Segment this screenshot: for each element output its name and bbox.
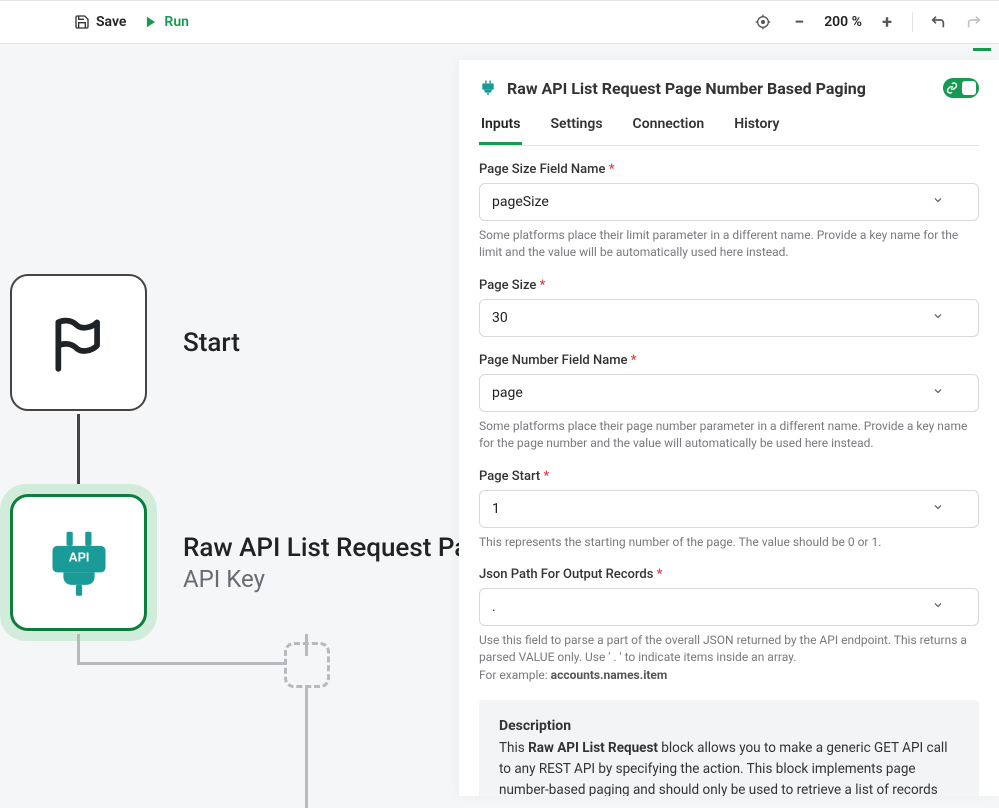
- save-label: Save: [96, 14, 126, 30]
- undo-button[interactable]: [927, 11, 949, 33]
- panel-toggle[interactable]: [943, 78, 979, 98]
- undo-icon: [930, 14, 946, 30]
- panel-body[interactable]: Page Size Field Name * pageSize Some pla…: [459, 146, 999, 796]
- help-page-start: This represents the starting number of t…: [479, 534, 979, 551]
- node-start-box[interactable]: [10, 274, 147, 411]
- label-json-path: Json Path For Output Records *: [479, 567, 979, 582]
- help-page-number-field-name: Some platforms place their page number p…: [479, 418, 979, 453]
- description-box: Description This Raw API List Request bl…: [479, 700, 979, 796]
- tab-history[interactable]: History: [732, 116, 781, 145]
- select-page-number-field-name[interactable]: page: [479, 374, 979, 412]
- node-api-box[interactable]: API: [10, 494, 147, 631]
- node-start-title: Start: [183, 328, 240, 358]
- redo-button[interactable]: [963, 11, 985, 33]
- tab-connection[interactable]: Connection: [631, 116, 707, 145]
- label-page-number-field-name: Page Number Field Name *: [479, 353, 979, 368]
- save-icon: [74, 14, 90, 30]
- locate-button[interactable]: [752, 11, 774, 33]
- properties-panel: Raw API List Request Page Number Based P…: [459, 60, 999, 796]
- help-json-path: Use this field to parse a part of the ov…: [479, 632, 979, 684]
- description-text: This Raw API List Request block allows y…: [499, 738, 959, 796]
- play-icon: [144, 15, 158, 29]
- link-icon: [946, 82, 958, 94]
- save-button[interactable]: Save: [68, 10, 132, 34]
- minimize-panel-button[interactable]: [973, 48, 991, 51]
- chevron-down-icon: [932, 501, 944, 517]
- node-start[interactable]: Start: [10, 274, 240, 411]
- zoom-out-button[interactable]: −: [788, 11, 810, 33]
- toolbar: Save Run − 200 % +: [0, 0, 999, 44]
- redo-icon: [966, 14, 982, 30]
- description-title: Description: [499, 718, 959, 734]
- zoom-level: 200 %: [824, 14, 862, 30]
- label-page-size: Page Size *: [479, 278, 979, 293]
- flag-icon: [48, 312, 110, 374]
- tab-inputs[interactable]: Inputs: [479, 116, 522, 145]
- connector-line: [77, 634, 80, 664]
- connector-line: [77, 662, 287, 665]
- select-page-size[interactable]: 30: [479, 299, 979, 337]
- chevron-down-icon: [932, 599, 944, 615]
- zoom-in-button[interactable]: +: [876, 11, 898, 33]
- target-icon: [755, 14, 771, 30]
- chevron-down-icon: [932, 310, 944, 326]
- label-page-start: Page Start *: [479, 469, 979, 484]
- api-plug-icon: API: [40, 524, 118, 602]
- chevron-down-icon: [932, 385, 944, 401]
- node-api-subtitle: API Key: [183, 565, 483, 593]
- placeholder-node[interactable]: [284, 642, 330, 688]
- chevron-down-icon: [932, 194, 944, 210]
- api-panel-icon: [479, 79, 497, 97]
- connector-line: [305, 688, 308, 808]
- select-json-path[interactable]: .: [479, 588, 979, 626]
- run-label: Run: [164, 14, 189, 30]
- panel-tabs: Inputs Settings Connection History: [479, 116, 979, 146]
- label-page-size-field-name: Page Size Field Name *: [479, 162, 979, 177]
- panel-title: Raw API List Request Page Number Based P…: [507, 79, 866, 98]
- help-page-size-field-name: Some platforms place their limit paramet…: [479, 227, 979, 262]
- node-api[interactable]: API Raw API List Request Pag API Key: [10, 494, 483, 631]
- select-page-size-field-name[interactable]: pageSize: [479, 183, 979, 221]
- tab-settings[interactable]: Settings: [548, 116, 604, 145]
- node-api-title: Raw API List Request Pag: [183, 533, 483, 563]
- svg-text:API: API: [68, 550, 89, 564]
- run-button[interactable]: Run: [138, 10, 195, 34]
- select-page-start[interactable]: 1: [479, 490, 979, 528]
